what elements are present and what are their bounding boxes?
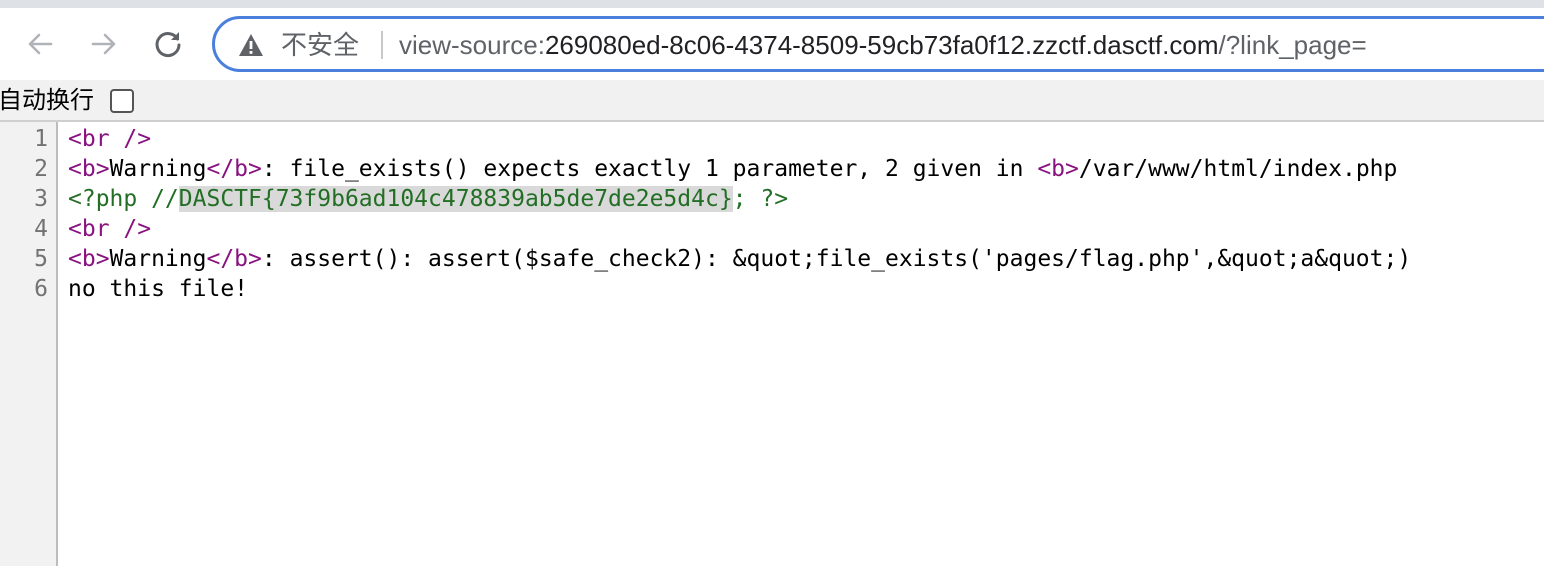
- address-divider: [381, 31, 383, 59]
- html-tag: <b>: [68, 156, 110, 182]
- line-wrap-label[interactable]: 自动换行: [0, 86, 94, 116]
- url-path: /?link_page=: [1218, 30, 1367, 60]
- line-number: 6: [34, 276, 48, 302]
- address-bar[interactable]: 不安全 view-source:269080ed-8c06-4374-8509-…: [212, 16, 1544, 72]
- html-tag: </b>: [206, 246, 262, 272]
- line-content: <?php //DASCTF{73f9b6ad104c478839ab5de7d…: [68, 184, 788, 214]
- html-tag: <br />: [68, 216, 152, 242]
- line-content: <br />: [68, 214, 151, 244]
- source-line: 2 <b>Warning</b>: file_exists() expects …: [0, 154, 1544, 184]
- text-segment: Warning: [109, 156, 207, 182]
- flag-text-selected[interactable]: DASCTF{73f9b6ad104c478839ab5de7de2e5d4c}: [178, 186, 733, 212]
- reload-button[interactable]: [146, 24, 190, 64]
- line-wrap-bar: 自动换行: [0, 80, 1544, 122]
- line-content: <br />: [68, 124, 151, 154]
- url-scheme: view-source:: [399, 30, 545, 60]
- text-segment: : file_exists() expects exactly 1 parame…: [261, 156, 1038, 182]
- url-host: 269080ed-8c06-4374-8509-59cb73fa0f12.zzc…: [544, 30, 1219, 60]
- url-text[interactable]: view-source:269080ed-8c06-4374-8509-59cb…: [399, 28, 1367, 62]
- reload-icon: [152, 28, 184, 60]
- security-status-label[interactable]: 不安全: [281, 28, 359, 62]
- line-number: 2: [34, 156, 48, 182]
- source-line: 6 no this file!: [0, 274, 1544, 304]
- html-tag: <br />: [68, 126, 152, 152]
- html-tag: </b>: [206, 156, 262, 182]
- php-open-comment: <?php //: [68, 186, 179, 212]
- html-tag: <b>: [68, 246, 110, 272]
- text-segment: no this file!: [68, 276, 249, 302]
- source-lines: 1 <br /> 2 <b>Warning</b>: file_exists()…: [0, 124, 1544, 304]
- php-close: ; ?>: [732, 186, 789, 212]
- line-number: 1: [34, 126, 48, 152]
- line-wrap-checkbox[interactable]: [110, 89, 134, 113]
- line-number: 4: [34, 216, 48, 242]
- source-line: 3 <?php //DASCTF{73f9b6ad104c478839ab5de…: [0, 184, 1544, 214]
- source-line: 5 <b>Warning</b>: assert(): assert($safe…: [0, 244, 1544, 274]
- line-content: <b>Warning</b>: file_exists() expects ex…: [68, 154, 1397, 184]
- text-segment: Warning: [109, 246, 207, 272]
- back-button[interactable]: [18, 24, 62, 64]
- tab-strip: [0, 0, 1544, 8]
- source-line: 1 <br />: [0, 124, 1544, 154]
- source-viewer: 1 <br /> 2 <b>Warning</b>: file_exists()…: [0, 122, 1544, 566]
- line-content: <b>Warning</b>: assert(): assert($safe_c…: [68, 244, 1411, 274]
- text-segment: /var/www/html/index.php: [1078, 156, 1398, 182]
- forward-button[interactable]: [82, 24, 126, 64]
- browser-toolbar: 不安全 view-source:269080ed-8c06-4374-8509-…: [0, 8, 1544, 80]
- source-line: 4 <br />: [0, 214, 1544, 244]
- tab-strip-edge: [0, 0, 1490, 8]
- arrow-left-icon: [25, 29, 55, 59]
- text-segment: : assert(): assert($safe_check2): &quot;…: [261, 246, 1412, 272]
- line-content: no this file!: [68, 274, 248, 304]
- warning-triangle-icon[interactable]: [237, 32, 265, 58]
- line-number: 3: [34, 186, 48, 212]
- html-tag: <b>: [1037, 156, 1079, 182]
- arrow-right-icon: [89, 29, 119, 59]
- line-number: 5: [34, 246, 48, 272]
